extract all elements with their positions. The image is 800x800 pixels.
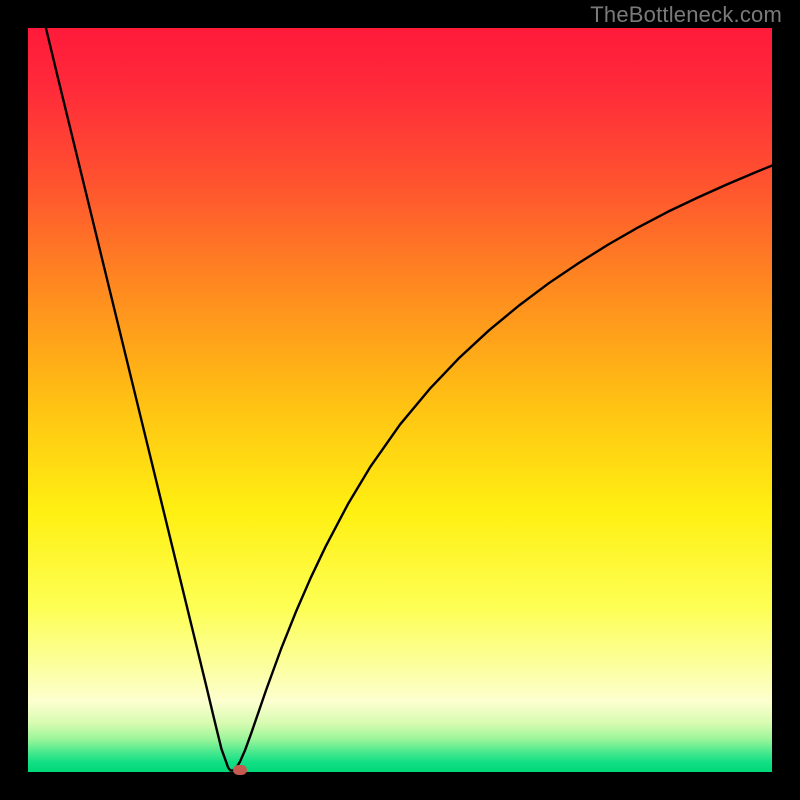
chart-frame: TheBottleneck.com — [0, 0, 800, 800]
watermark-text: TheBottleneck.com — [590, 2, 782, 28]
gradient-background — [28, 28, 772, 772]
bottleneck-chart — [28, 28, 772, 772]
optimal-point-marker — [233, 765, 247, 775]
